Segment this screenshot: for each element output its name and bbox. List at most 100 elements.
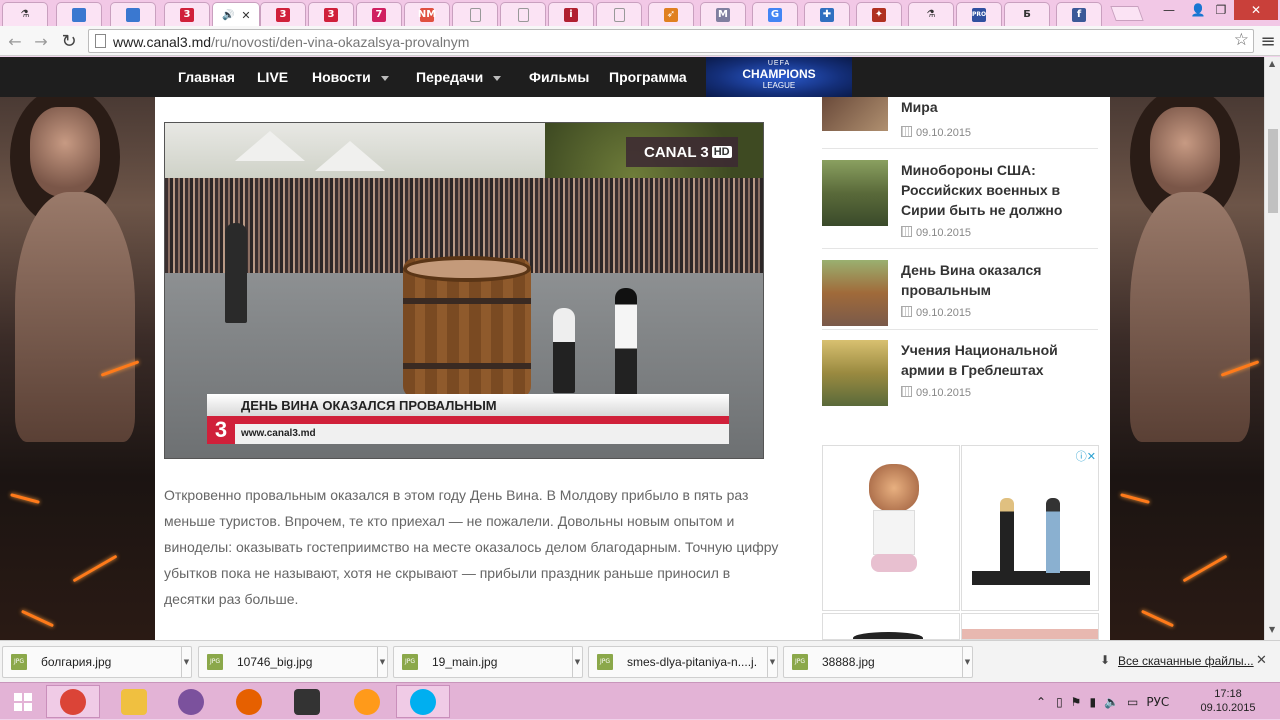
browser-tab[interactable]: i [548,2,594,26]
browser-tab[interactable]: ✚ [804,2,850,26]
page-scrollbar[interactable]: ▲ ▼ [1264,57,1280,640]
power-icon[interactable]: ▭ [1127,695,1138,709]
flag-icon[interactable]: ⚑ [1071,695,1082,709]
bookmark-star-icon[interactable]: ☆ [1234,30,1249,50]
browser-tab[interactable] [110,2,156,26]
browser-tab[interactable]: ⚗ [908,2,954,26]
taskbar-app-skype[interactable] [396,685,450,718]
ad-info-icon[interactable]: ⓘ✕ [1076,448,1096,464]
ad-tile-figure[interactable] [822,445,960,611]
download-item[interactable]: JPG 38888.jpg ▼ [783,646,973,678]
browser-toolbar: ← → ↻ www.canal3.md/ru/novosti/den-vina-… [0,26,1280,56]
volume-icon[interactable]: 🔈 [1104,695,1119,709]
flask-icon: ⚗ [20,9,30,20]
news-title[interactable]: Минобороны США: Российских военных в Сир… [901,160,1091,220]
close-window-button[interactable]: ✕ [1234,0,1278,20]
browser-tab[interactable]: f [1056,2,1102,26]
puzzle-icon: ✚ [820,7,834,22]
chevron-down-icon[interactable]: ▼ [767,647,777,677]
taskbar-app-explorer[interactable] [107,685,161,718]
system-clock[interactable]: 17:18 09.10.2015 [1196,687,1260,715]
channel-number: 3 [207,416,235,444]
network-icon[interactable]: ▮ [1089,695,1096,709]
close-tab-icon[interactable]: ✕ [241,9,250,22]
download-item[interactable]: JPG smes-dlya-pitaniya-n....j... ▼ [588,646,778,678]
nav-shows[interactable]: Передачи [416,69,502,85]
news-title[interactable]: Учения Национальной армии в Греблештах [901,340,1091,380]
champions-league-banner[interactable]: UEFA CHAMPIONS LEAGUE [706,57,852,97]
address-bar[interactable]: www.canal3.md/ru/novosti/den-vina-okazal… [88,29,1254,53]
taskbar-app-chrome[interactable] [46,685,100,718]
browser-tab[interactable]: PRO [956,2,1002,26]
chevron-down-icon[interactable]: ▼ [962,647,972,677]
article-video[interactable]: CANAL 3 HD ДЕНЬ ВИНА ОКАЗАЛСЯ ПРОВАЛЬНЫМ … [164,122,764,459]
video-url-bar: www.canal3.md [207,424,729,444]
ad-tile-lower-left[interactable] [822,613,960,640]
browser-tab[interactable]: NM [404,2,450,26]
nav-live[interactable]: LIVE [257,69,288,85]
language-indicator[interactable]: РУС [1146,695,1169,709]
start-button[interactable] [0,685,46,718]
browser-tab[interactable]: ⚗ [2,2,48,26]
video-headline: ДЕНЬ ВИНА ОКАЗАЛСЯ ПРОВАЛЬНЫМ [241,398,497,413]
browser-tab[interactable] [56,2,102,26]
news-title[interactable]: День Вина оказался провальным [901,260,1091,300]
browser-tab[interactable]: 3 [164,2,210,26]
nav-news[interactable]: Новости [312,69,389,85]
news-thumbnail[interactable] [822,160,888,226]
close-shelf-icon[interactable]: ✕ [1256,653,1267,668]
show-hidden-icons-icon[interactable]: ⌃ [1036,695,1046,709]
browser-tab[interactable]: M [700,2,746,26]
forward-button[interactable]: → [30,30,52,52]
download-item[interactable]: JPG болгария.jpg ▼ [2,646,192,678]
browser-tab[interactable] [500,2,546,26]
address-url[interactable]: www.canal3.md/ru/novosti/den-vina-okazal… [113,34,469,50]
maximize-button[interactable]: ❐ [1208,0,1234,20]
menu-icon[interactable]: ≡ [1257,30,1279,52]
scroll-down-arrow-icon[interactable]: ▼ [1269,625,1275,634]
browser-tab[interactable]: Б [1004,2,1050,26]
news-thumbnail[interactable] [822,260,888,326]
site-navigation: Главная LIVE Новости Передачи Фильмы Про… [0,57,1264,97]
device-icon[interactable]: ▯ [1056,695,1063,709]
news-thumbnail[interactable] [822,97,888,131]
nav-home[interactable]: Главная [178,69,235,85]
audio-icon: 🔊 [222,9,235,21]
browser-tab[interactable]: 3 [308,2,354,26]
ad-tile-figurines[interactable]: ⓘ✕ [961,445,1099,611]
download-item[interactable]: JPG 19_main.jpg ▼ [393,646,583,678]
news-thumbnail[interactable] [822,340,888,406]
scroll-up-arrow-icon[interactable]: ▲ [1269,59,1275,68]
browser-tab[interactable]: 7 [356,2,402,26]
browser-tab[interactable]: G [752,2,798,26]
chevron-down-icon[interactable]: ▼ [572,647,582,677]
nav-films[interactable]: Фильмы [529,69,589,85]
clock-date: 09.10.2015 [1200,702,1256,714]
taskbar-app-smile[interactable] [340,685,394,718]
browser-tab[interactable]: ➶ [648,2,694,26]
chevron-down-icon[interactable]: ▼ [181,647,191,677]
chevron-down-icon[interactable]: ▼ [377,647,387,677]
taskbar-app-firefox[interactable] [222,685,276,718]
browser-tab[interactable] [452,2,498,26]
back-button[interactable]: ← [4,30,26,52]
nav-program[interactable]: Программа [609,69,687,85]
viber-icon [178,688,204,715]
taskbar-app-camera[interactable] [280,685,334,718]
document-icon [517,7,529,22]
browser-tab[interactable]: 3 [260,2,306,26]
browser-tab[interactable]: ✦ [856,2,902,26]
all-downloads-link[interactable]: Все скачанные файлы... [1118,654,1254,668]
news-title[interactable]: Мира [901,97,1091,117]
download-item[interactable]: JPG 10746_big.jpg ▼ [198,646,388,678]
browser-tab[interactable]: 🔊 ✕ [212,2,260,27]
minimize-button[interactable]: — [1156,0,1182,20]
reload-button[interactable]: ↻ [58,30,80,52]
browser-tab[interactable] [596,2,642,26]
page-icon [95,34,106,48]
ad-tile-lower-right[interactable] [961,613,1099,640]
new-tab-button[interactable] [1110,6,1144,21]
image-file-icon: JPG [792,654,808,670]
scrollbar-thumb[interactable] [1268,129,1278,213]
taskbar-app-viber[interactable] [164,685,218,718]
